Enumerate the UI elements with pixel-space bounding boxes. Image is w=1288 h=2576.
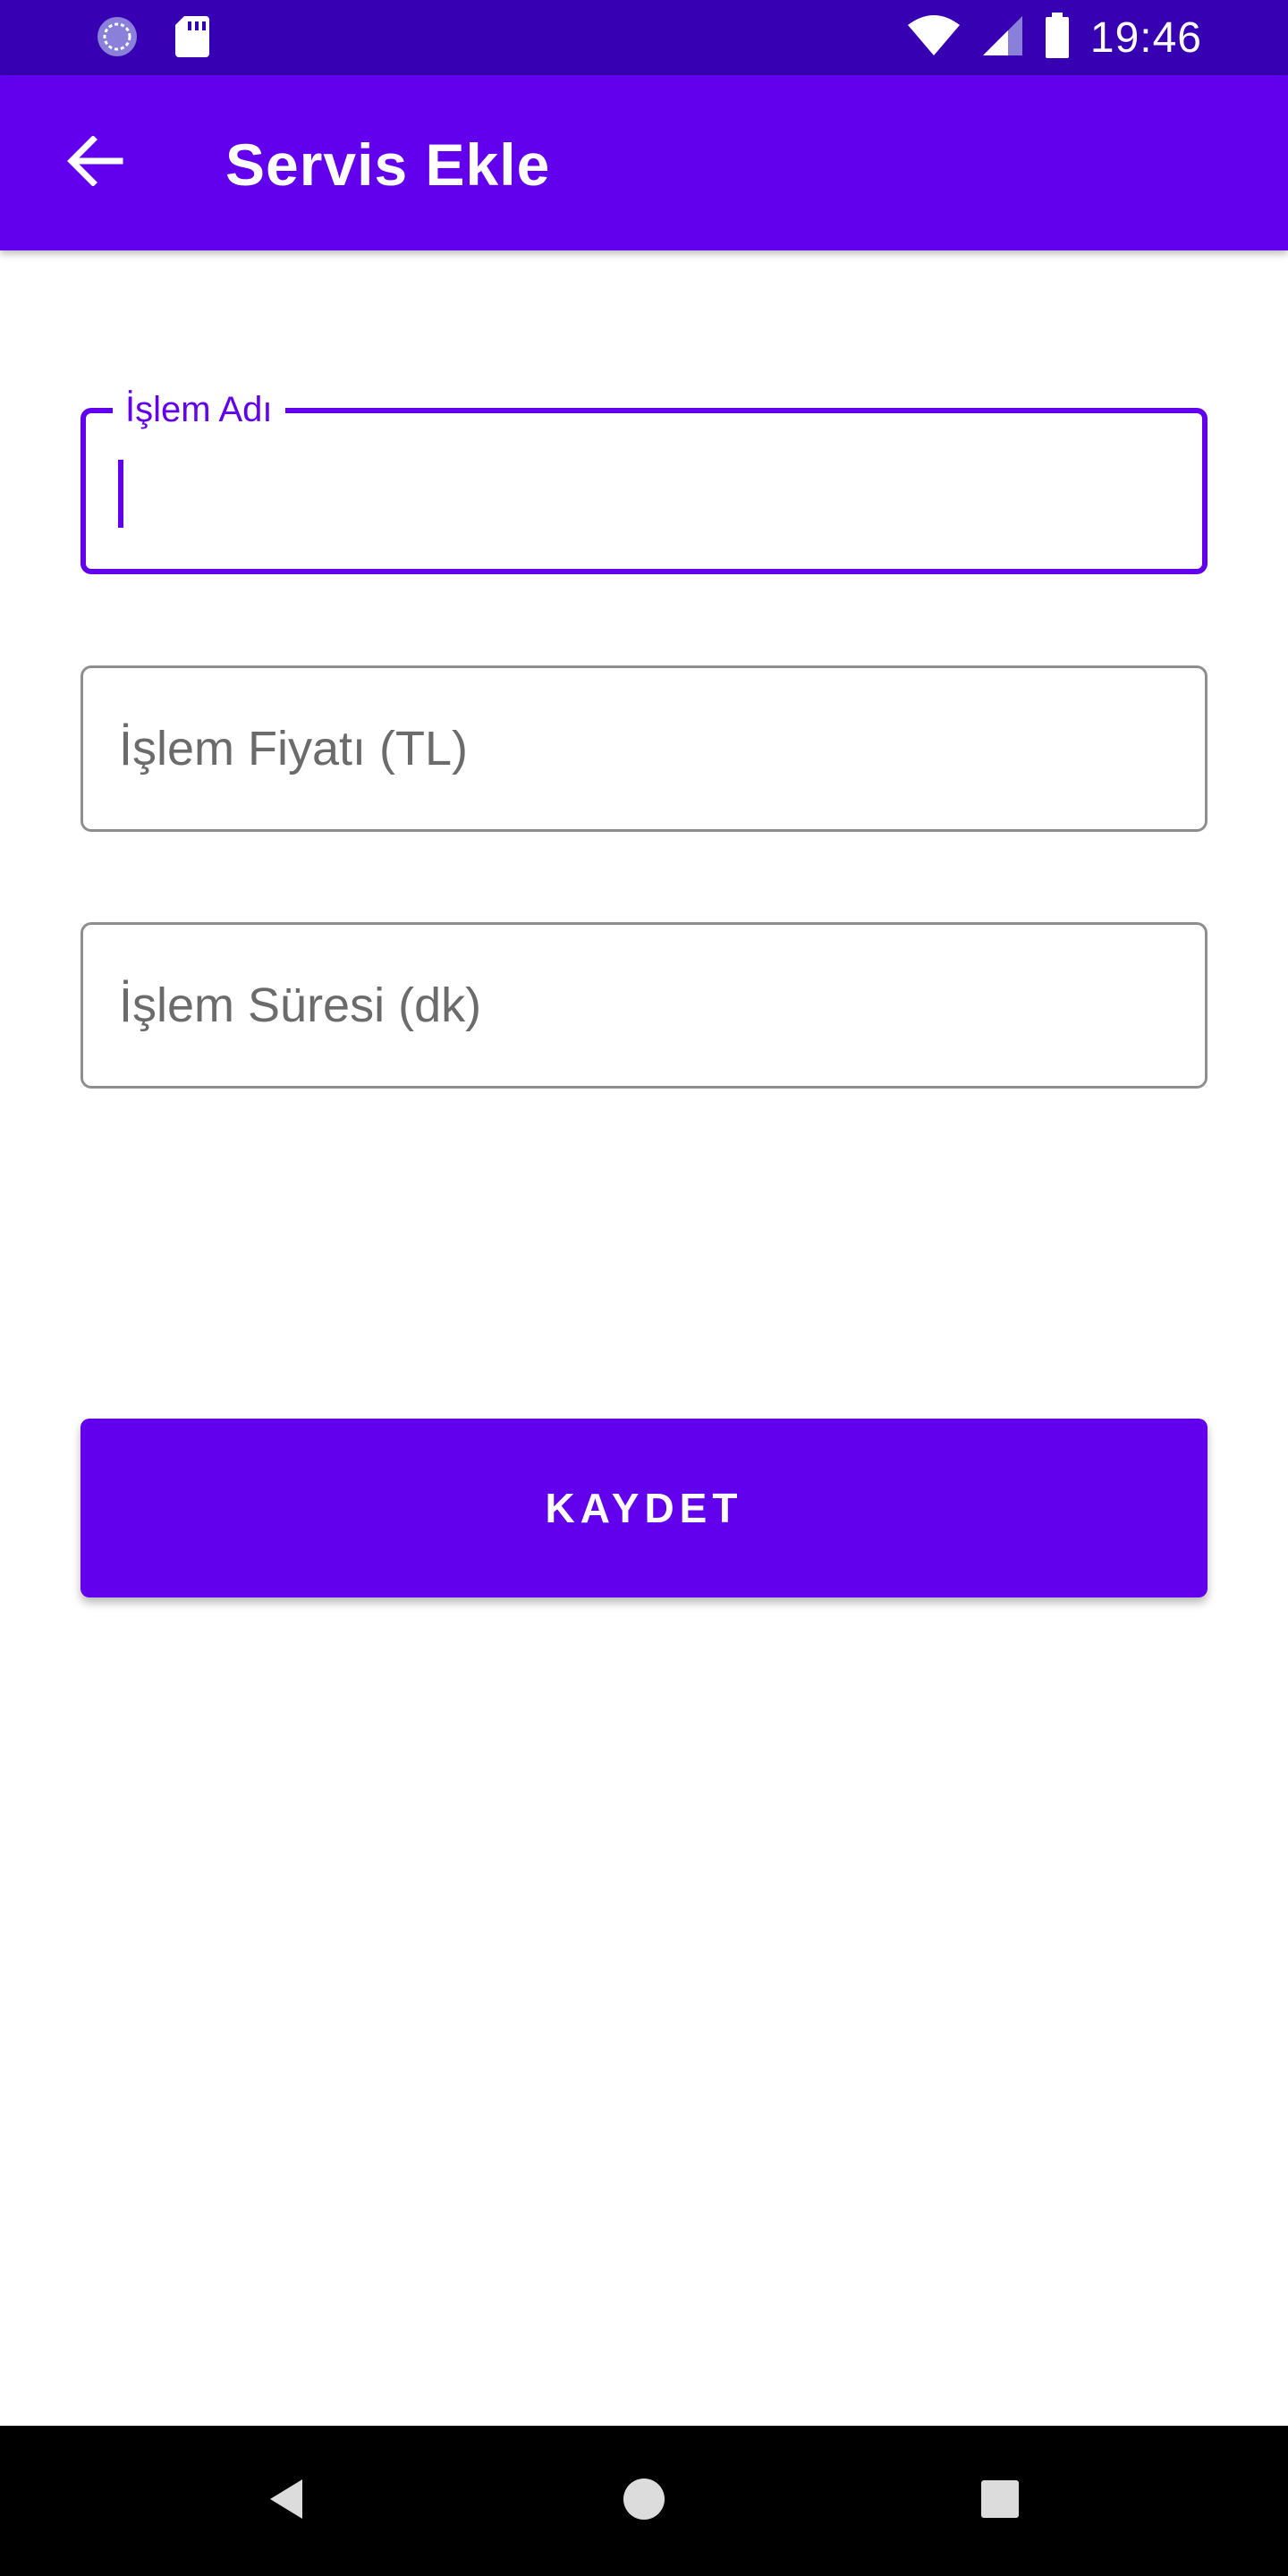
nav-home-button[interactable]: [572, 2426, 716, 2576]
sd-card-icon: [174, 14, 211, 64]
save-button[interactable]: KAYDET: [80, 1419, 1208, 1597]
sync-icon: [95, 14, 140, 64]
home-circle-icon: [623, 2478, 665, 2525]
service-price-input[interactable]: [119, 668, 1169, 829]
status-bar: 19:46: [0, 0, 1288, 75]
nav-recents-button[interactable]: [928, 2426, 1072, 2576]
service-duration-field[interactable]: [80, 922, 1208, 1089]
nav-back-button[interactable]: [215, 2426, 358, 2576]
back-button[interactable]: [50, 118, 140, 208]
arrow-back-icon: [66, 134, 123, 191]
service-name-field[interactable]: İşlem Adı: [80, 385, 1208, 574]
app-bar: Servis Ekle: [0, 75, 1288, 250]
battery-icon: [1044, 12, 1071, 64]
service-duration-input[interactable]: [119, 925, 1169, 1086]
back-triangle-icon: [267, 2478, 306, 2525]
service-price-field[interactable]: [80, 665, 1208, 832]
signal-icon: [981, 14, 1024, 62]
wifi-icon: [906, 14, 962, 62]
status-time: 19:46: [1089, 13, 1202, 62]
recents-square-icon: [980, 2479, 1020, 2523]
status-right: 19:46: [906, 9, 1202, 66]
service-name-input[interactable]: [122, 413, 1166, 569]
screen: 19:46 Servis Ekle İşlem Adı KAYDET: [0, 0, 1288, 2576]
system-nav-bar: [0, 2426, 1288, 2576]
page-title: Servis Ekle: [225, 131, 551, 198]
status-left: [95, 14, 211, 64]
